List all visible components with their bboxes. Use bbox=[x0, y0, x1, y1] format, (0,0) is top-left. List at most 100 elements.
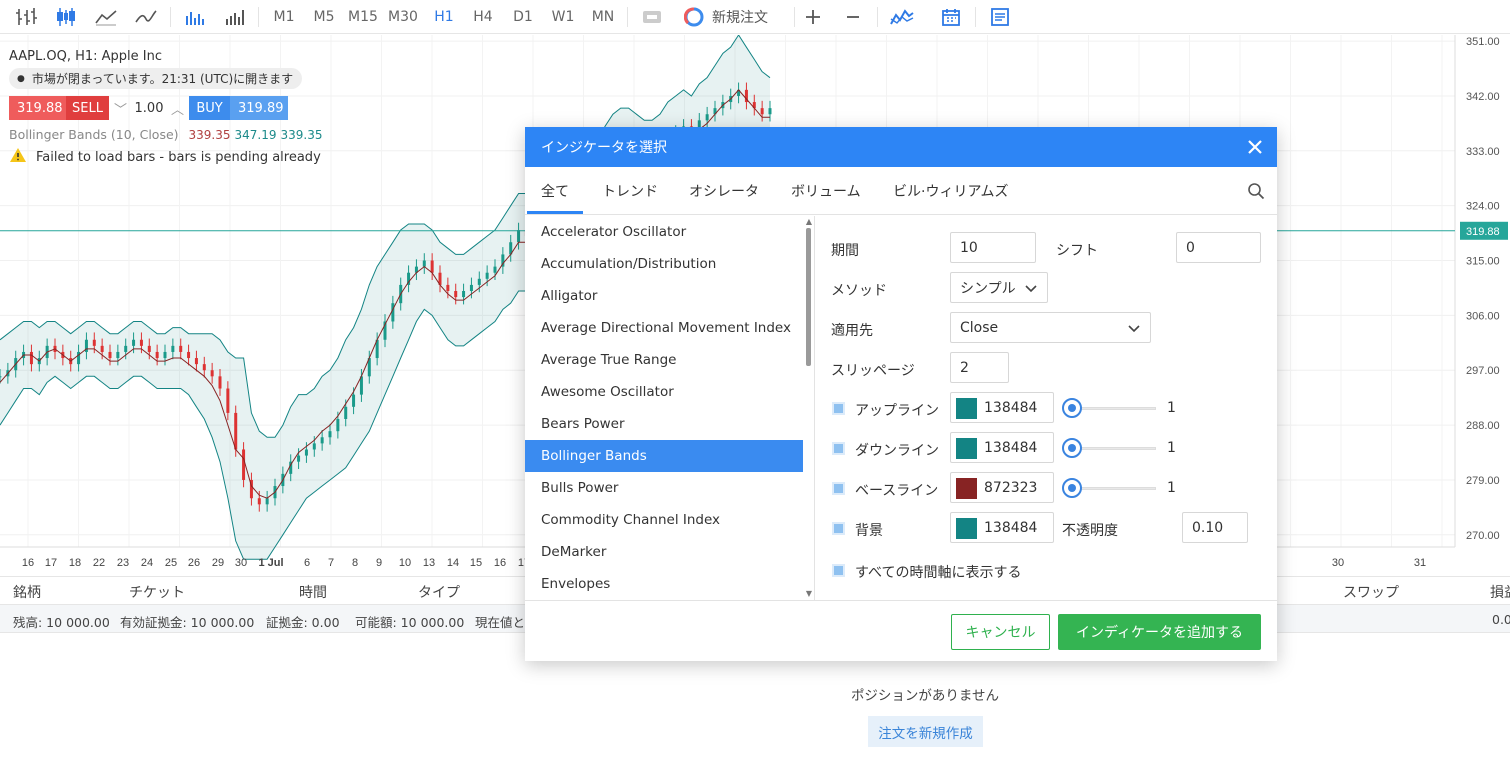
baseline-width-slider[interactable] bbox=[1062, 478, 1157, 498]
chevron-down-icon[interactable]: ﹀ bbox=[114, 99, 127, 118]
upline-checkbox[interactable] bbox=[832, 402, 845, 415]
indicator-item[interactable]: Awesome Oscillator bbox=[525, 376, 803, 408]
tab-trend[interactable]: トレンド bbox=[602, 181, 658, 201]
buy-button[interactable]: BUY bbox=[189, 96, 230, 120]
timeframe-m30[interactable]: M30 bbox=[386, 0, 420, 34]
volume-histogram-icon[interactable] bbox=[181, 0, 209, 34]
candle-body bbox=[485, 272, 489, 279]
indicator-legend[interactable]: Bollinger Bands (10, Close) 339.35 347.1… bbox=[9, 127, 323, 142]
opacity-input[interactable]: 0.10 bbox=[1182, 512, 1248, 543]
upline-color-picker[interactable]: 138484 bbox=[950, 392, 1054, 423]
indicator-item[interactable]: Average Directional Movement Index bbox=[525, 312, 803, 344]
x-tick-label: 6 bbox=[304, 557, 310, 569]
search-icon[interactable] bbox=[1247, 182, 1265, 204]
timeframe-mn[interactable]: MN bbox=[588, 0, 618, 34]
downline-color-picker[interactable]: 138484 bbox=[950, 432, 1054, 463]
candlestick-icon[interactable] bbox=[52, 0, 80, 34]
indicator-item[interactable]: Bulls Power bbox=[525, 472, 803, 504]
candle-body bbox=[320, 437, 324, 444]
bar-chart-icon[interactable] bbox=[12, 0, 40, 34]
method-value: シンプル bbox=[960, 280, 1016, 297]
candle-body bbox=[446, 284, 450, 291]
indicator-item[interactable]: Commodity Channel Index bbox=[525, 504, 803, 536]
list-scrollbar[interactable] bbox=[806, 228, 811, 366]
add-indicator-button[interactable]: インディケータを追加する bbox=[1058, 614, 1261, 650]
tab-oscillators[interactable]: オシレータ bbox=[689, 181, 759, 201]
col-profit[interactable]: 損益 bbox=[1490, 582, 1510, 602]
timeframe-w1[interactable]: W1 bbox=[549, 0, 577, 34]
color-swatch bbox=[956, 518, 977, 539]
baseline-color-picker[interactable]: 872323 bbox=[950, 472, 1054, 503]
color-swatch bbox=[956, 398, 977, 419]
indicator-item[interactable]: Bears Power bbox=[525, 408, 803, 440]
status-dot-icon: ● bbox=[17, 73, 25, 84]
journal-icon[interactable] bbox=[986, 0, 1014, 34]
x-tick-label: 13 bbox=[423, 557, 435, 569]
template-icon[interactable] bbox=[638, 0, 666, 34]
background-label: 背景 bbox=[855, 523, 883, 539]
quantity-stepper[interactable]: ﹀ 1.00 ︿ bbox=[109, 96, 189, 120]
method-select[interactable]: シンプル bbox=[950, 272, 1048, 303]
shift-input[interactable]: 0 bbox=[1176, 232, 1261, 263]
candle-body bbox=[202, 364, 206, 371]
indicator-item[interactable]: Accelerator Oscillator bbox=[525, 216, 803, 248]
close-icon[interactable] bbox=[1245, 137, 1265, 157]
one-click-trading: 319.88 SELL ﹀ 1.00 ︿ BUY 319.89 bbox=[9, 96, 288, 120]
x-tick-label: 14 bbox=[447, 557, 459, 569]
timeframe-d1[interactable]: D1 bbox=[509, 0, 537, 34]
indicator-item-selected[interactable]: Bollinger Bands bbox=[525, 440, 803, 472]
sell-button[interactable]: SELL bbox=[66, 96, 109, 120]
timeframe-m5[interactable]: M5 bbox=[310, 0, 338, 34]
col-type[interactable]: タイプ bbox=[418, 582, 460, 602]
tab-all[interactable]: 全て bbox=[527, 181, 583, 214]
zoom-out-icon[interactable] bbox=[840, 0, 866, 34]
all-timeframes-checkbox[interactable] bbox=[832, 564, 845, 577]
x-tick-label: 10 bbox=[399, 557, 411, 569]
candle-body bbox=[132, 339, 136, 346]
cancel-button[interactable]: キャンセル bbox=[951, 614, 1050, 650]
downline-width-slider[interactable] bbox=[1062, 438, 1157, 458]
apply-to-select[interactable]: Close bbox=[950, 312, 1151, 343]
create-order-button[interactable]: 注文を新規作成 bbox=[868, 716, 983, 747]
calendar-icon[interactable] bbox=[937, 0, 965, 34]
background-color-picker[interactable]: 138484 bbox=[950, 512, 1054, 543]
tab-volume[interactable]: ボリューム bbox=[791, 181, 861, 201]
downline-checkbox[interactable] bbox=[832, 442, 845, 455]
candle-body bbox=[768, 108, 772, 115]
sell-price[interactable]: 319.88 bbox=[9, 96, 66, 120]
timeframe-m1[interactable]: M1 bbox=[270, 0, 298, 34]
indicator-item[interactable]: Envelopes bbox=[525, 568, 803, 600]
baseline-checkbox[interactable] bbox=[832, 482, 845, 495]
candle-body bbox=[312, 443, 316, 450]
line-chart-icon[interactable] bbox=[132, 0, 160, 34]
col-ticket[interactable]: チケット bbox=[129, 582, 185, 602]
scroll-up-icon[interactable]: ▲ bbox=[804, 218, 814, 226]
area-chart-icon[interactable] bbox=[92, 0, 120, 34]
new-order-button[interactable]: 新規注文 bbox=[684, 0, 786, 34]
zoom-in-icon[interactable] bbox=[800, 0, 826, 34]
timeframe-h4[interactable]: H4 bbox=[469, 0, 497, 34]
slippage-input[interactable]: 2 bbox=[950, 352, 1009, 383]
indicator-item[interactable]: Accumulation/Distribution bbox=[525, 248, 803, 280]
indicator-item[interactable]: Average True Range bbox=[525, 344, 803, 376]
background-checkbox[interactable] bbox=[832, 522, 845, 535]
period-input[interactable]: 10 bbox=[950, 232, 1036, 263]
upline-width-slider[interactable] bbox=[1062, 398, 1157, 418]
indicators-icon[interactable] bbox=[888, 0, 916, 34]
chevron-up-icon[interactable]: ︿ bbox=[171, 99, 184, 118]
tick-volume-icon[interactable] bbox=[221, 0, 249, 34]
scroll-down-icon[interactable]: ▼ bbox=[804, 590, 814, 598]
col-swap[interactable]: スワップ bbox=[1343, 582, 1399, 602]
timeframe-h1[interactable]: H1 bbox=[430, 0, 458, 34]
candle-body bbox=[517, 230, 521, 243]
indicator-item[interactable]: DeMarker bbox=[525, 536, 803, 568]
indicator-item[interactable]: Alligator bbox=[525, 280, 803, 312]
buy-price[interactable]: 319.89 bbox=[230, 96, 288, 120]
tab-bill-williams[interactable]: ビル·ウィリアムズ bbox=[893, 181, 1008, 201]
col-symbol[interactable]: 銘柄 bbox=[13, 582, 41, 602]
quantity-value[interactable]: 1.00 bbox=[135, 101, 164, 116]
timeframe-m15[interactable]: M15 bbox=[346, 0, 380, 34]
candle-body bbox=[304, 449, 308, 456]
col-time[interactable]: 時間 bbox=[299, 582, 327, 602]
period-label: 期間 bbox=[831, 243, 859, 259]
